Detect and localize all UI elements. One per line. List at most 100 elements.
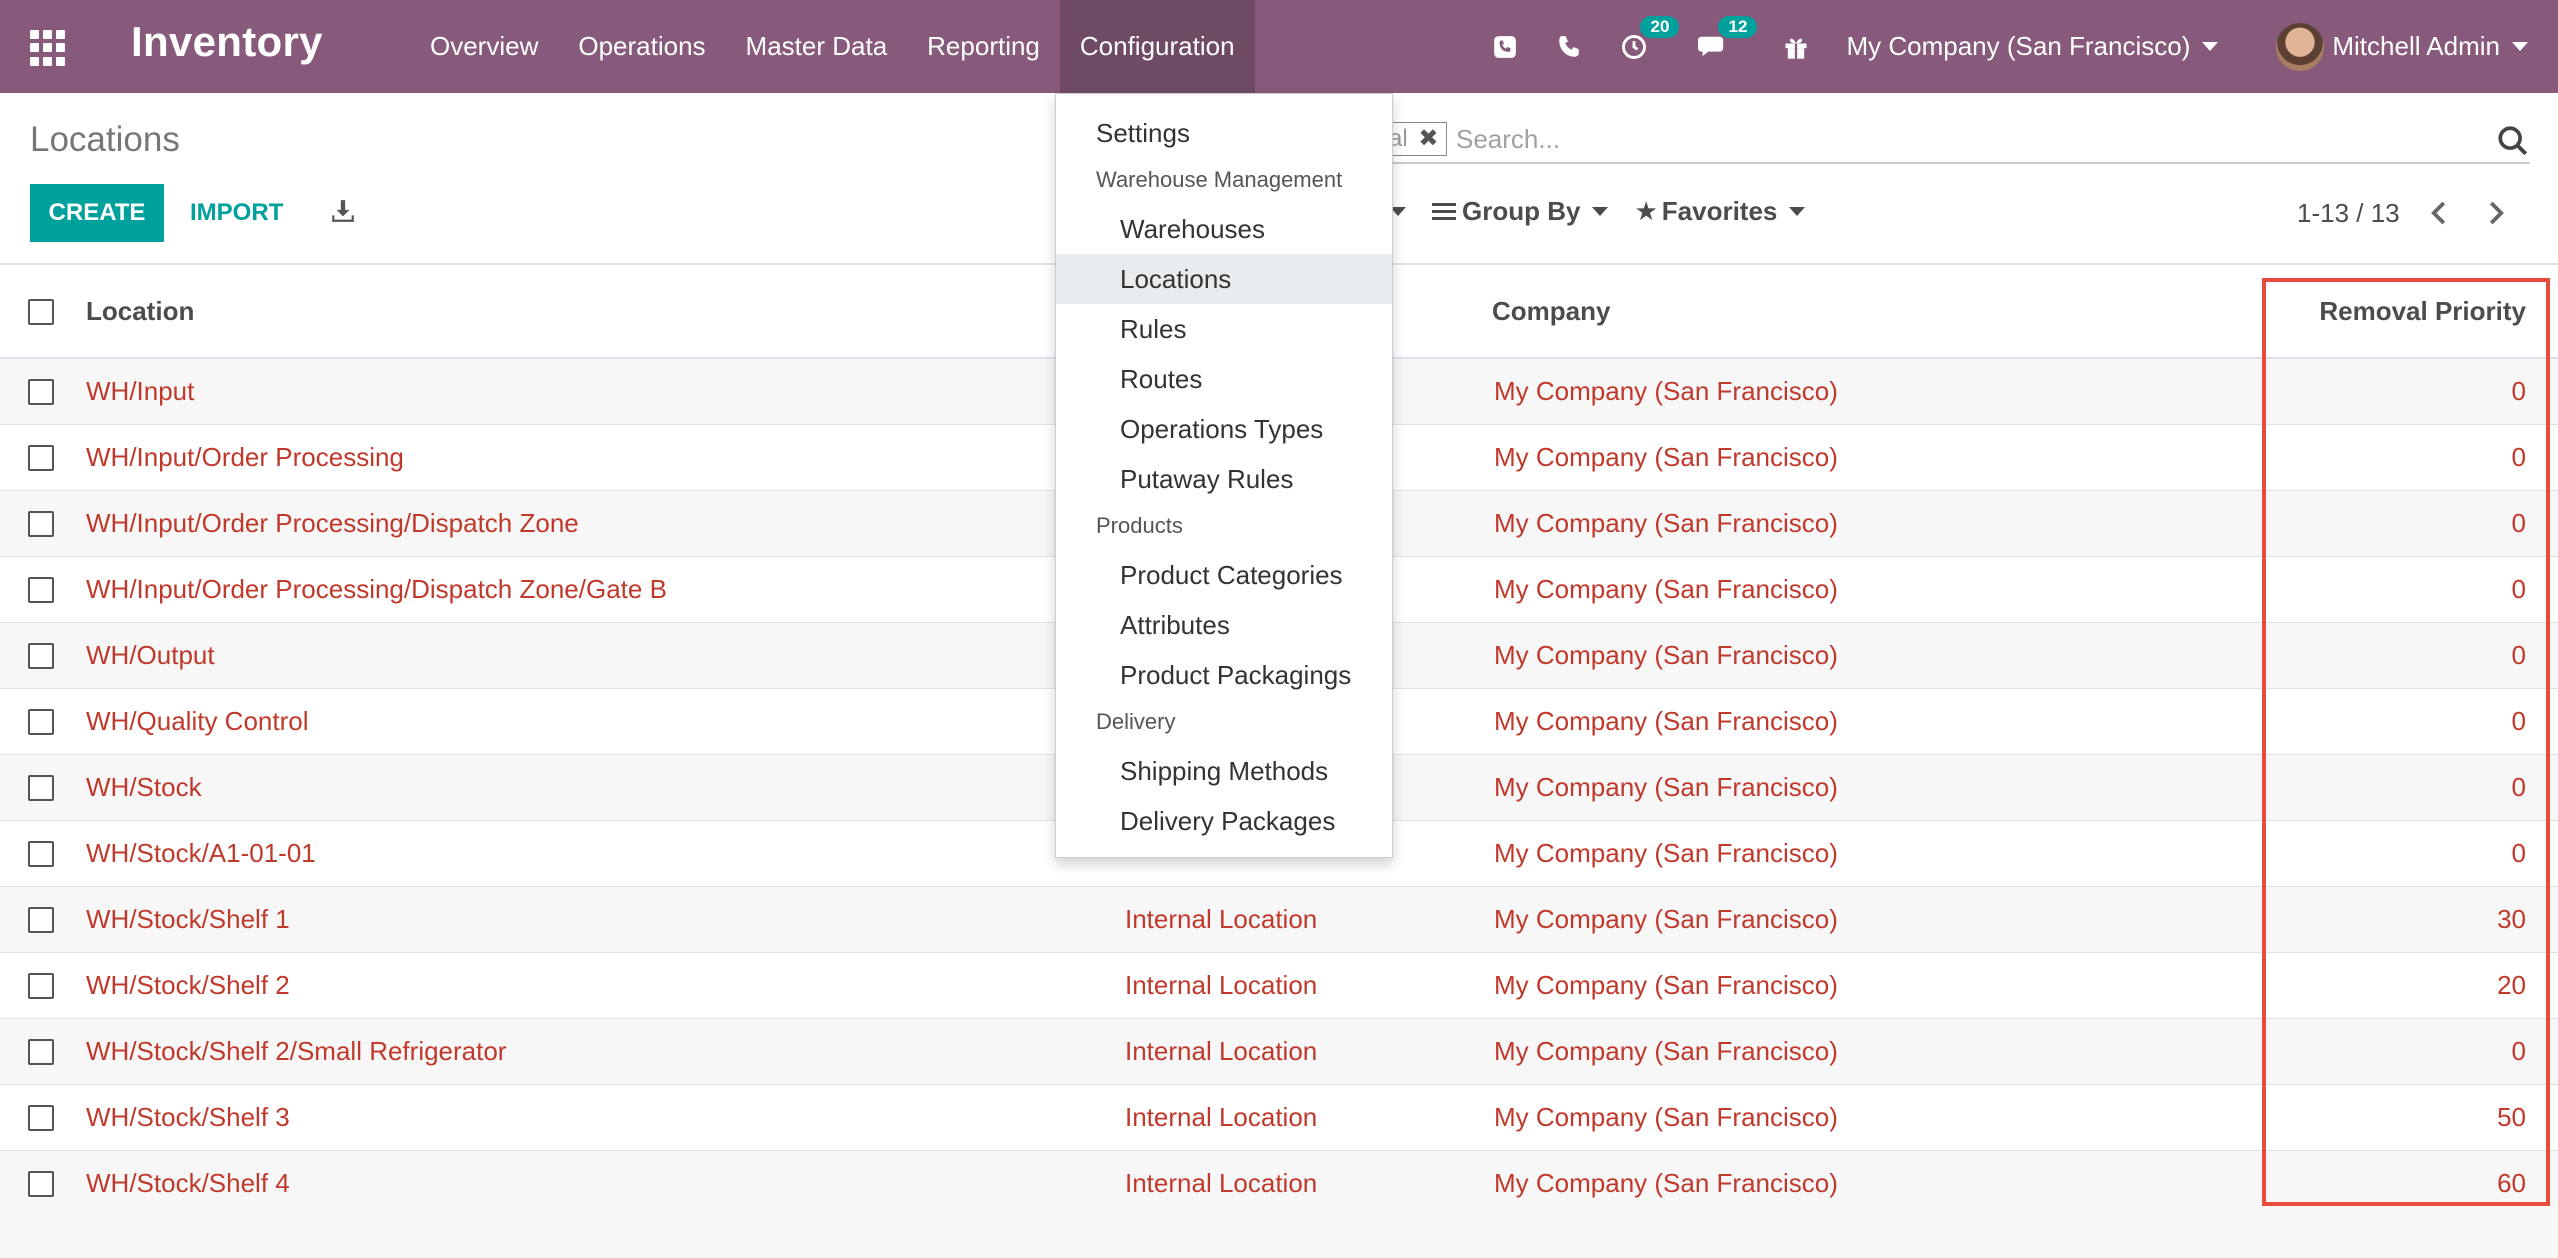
star-icon: ★ — [1634, 196, 1658, 226]
dropdown-item-warehouses[interactable]: Warehouses — [1056, 204, 1392, 254]
select-all-checkbox[interactable] — [28, 299, 54, 325]
close-icon[interactable]: ✖ — [1418, 125, 1438, 152]
company-cell: My Company (San Francisco) — [1494, 442, 1838, 472]
dropdown-item-product-packagings[interactable]: Product Packagings — [1056, 650, 1392, 700]
messages-badge: 12 — [1718, 15, 1758, 38]
dropdown-item-rules[interactable]: Rules — [1056, 304, 1392, 354]
main-menu: Overview Operations Master Data Reportin… — [410, 0, 1255, 93]
location-cell: WH/Stock/Shelf 3 — [86, 1102, 290, 1132]
import-button[interactable]: IMPORT — [180, 184, 293, 242]
favorites-label: Favorites — [1661, 196, 1778, 226]
row-checkbox[interactable] — [28, 841, 54, 867]
create-button[interactable]: CREATE — [30, 184, 164, 242]
company-cell: My Company (San Francisco) — [1494, 508, 1838, 538]
location-cell: WH/Input — [86, 376, 195, 406]
dropdown-item-putaway-rules[interactable]: Putaway Rules — [1056, 454, 1392, 504]
company-cell: My Company (San Francisco) — [1494, 574, 1838, 604]
column-header-location[interactable]: Location — [86, 265, 194, 357]
dropdown-item-locations[interactable]: Locations — [1056, 254, 1392, 304]
chevron-down-icon — [2202, 42, 2219, 51]
search-input[interactable] — [1456, 120, 2456, 158]
row-checkbox[interactable] — [28, 1171, 54, 1197]
row-checkbox[interactable] — [28, 973, 54, 999]
activity-badge: 20 — [1640, 15, 1680, 38]
list-icon — [1432, 202, 1456, 220]
search-icon[interactable] — [2496, 124, 2530, 158]
row-checkbox[interactable] — [28, 1039, 54, 1065]
menu-configuration[interactable]: Configuration — [1059, 0, 1255, 93]
column-header-company[interactable]: Company — [1492, 265, 1610, 357]
row-checkbox[interactable] — [28, 511, 54, 537]
search-bar: al ✖ — [1380, 114, 2530, 164]
favorites-toggle[interactable]: ★ Favorites — [1634, 196, 1806, 227]
dropdown-header-warehouse: Warehouse Management — [1096, 167, 1343, 192]
dropdown-item-shipping-methods[interactable]: Shipping Methods — [1056, 746, 1392, 796]
row-checkbox[interactable] — [28, 1105, 54, 1131]
user-menu[interactable]: Mitchell Admin — [2276, 22, 2528, 71]
dropdown-item-delivery-packages[interactable]: Delivery Packages — [1056, 796, 1392, 846]
top-navbar: Inventory Overview Operations Master Dat… — [0, 0, 2558, 93]
company-cell: My Company (San Francisco) — [1494, 1102, 1838, 1132]
row-checkbox[interactable] — [28, 577, 54, 603]
company-cell: My Company (San Francisco) — [1494, 1036, 1838, 1066]
pager-next-icon[interactable] — [2480, 198, 2510, 228]
location-cell: WH/Input/Order Processing/Dispatch Zone/… — [86, 574, 667, 604]
row-checkbox[interactable] — [28, 445, 54, 471]
group-by-label: Group By — [1462, 196, 1581, 226]
filter-bar: Group By ★ Favorites — [1390, 196, 1806, 227]
user-name: Mitchell Admin — [2332, 31, 2500, 61]
location-cell: WH/Stock/Shelf 2/Small Refrigerator — [86, 1036, 507, 1066]
menu-reporting[interactable]: Reporting — [907, 0, 1060, 93]
location-cell: WH/Input/Order Processing/Dispatch Zone — [86, 508, 579, 538]
table-row[interactable]: WH/Stock/Shelf 2/Small Refrigerator Inter… — [0, 1019, 2558, 1085]
location-type-cell: Internal Location — [1125, 1102, 1318, 1132]
table-row[interactable]: WH/Stock/Shelf 1 Internal Location My Comp… — [0, 887, 2558, 953]
company-cell: My Company (San Francisco) — [1494, 904, 1838, 934]
table-row[interactable]: WH/Stock/Shelf 4 Internal Location My Comp… — [0, 1151, 2558, 1217]
menu-master-data[interactable]: Master Data — [726, 0, 908, 93]
location-cell: WH/Stock/A1-01-01 — [86, 838, 316, 868]
voip-phone-icon[interactable] — [1492, 34, 1518, 60]
gift-icon[interactable] — [1782, 33, 1810, 61]
messages-chat-icon[interactable]: 12 — [1698, 15, 1758, 61]
menu-operations[interactable]: Operations — [558, 0, 725, 93]
dropdown-item-settings[interactable]: Settings — [1056, 108, 1392, 158]
apps-grid-icon[interactable] — [30, 30, 66, 66]
dropdown-item-routes[interactable]: Routes — [1056, 354, 1392, 404]
row-checkbox[interactable] — [28, 643, 54, 669]
row-checkbox[interactable] — [28, 775, 54, 801]
chevron-down-icon — [2512, 42, 2528, 51]
pager-previous-icon[interactable] — [2425, 198, 2455, 228]
dropdown-item-operations-types[interactable]: Operations Types — [1056, 404, 1392, 454]
removal-priority-highlight — [2262, 278, 2550, 1206]
row-checkbox[interactable] — [28, 907, 54, 933]
chevron-down-icon — [1592, 207, 1609, 216]
company-cell: My Company (San Francisco) — [1494, 772, 1838, 802]
row-checkbox[interactable] — [28, 709, 54, 735]
location-type-cell: Internal Location — [1125, 1036, 1318, 1066]
company-switcher[interactable]: My Company (San Francisco) — [1846, 31, 2219, 62]
dropdown-header-products: Products — [1096, 513, 1183, 538]
table-row[interactable]: WH/Stock/Shelf 2 Internal Location My Comp… — [0, 953, 2558, 1019]
activity-clock-icon[interactable]: 20 — [1620, 15, 1680, 61]
breadcrumb: Locations — [30, 120, 180, 159]
menu-overview[interactable]: Overview — [410, 0, 558, 93]
row-checkbox[interactable] — [28, 379, 54, 405]
pager-value[interactable]: 1-13 / 13 — [2297, 198, 2400, 229]
dropdown-header-delivery: Delivery — [1096, 709, 1176, 734]
configuration-dropdown: Settings Warehouse Management Warehouses… — [1055, 93, 1393, 858]
location-cell: WH/Quality Control — [86, 706, 309, 736]
company-cell: My Company (San Francisco) — [1494, 706, 1838, 736]
download-icon[interactable] — [330, 198, 356, 224]
dropdown-item-product-categories[interactable]: Product Categories — [1056, 550, 1392, 600]
list-footer — [0, 1216, 2558, 1258]
table-row[interactable]: WH/Stock/Shelf 3 Internal Location My Comp… — [0, 1085, 2558, 1151]
app-brand[interactable]: Inventory — [131, 18, 323, 66]
location-cell: WH/Stock — [86, 772, 202, 802]
dropdown-item-attributes[interactable]: Attributes — [1056, 600, 1392, 650]
phone-icon[interactable] — [1556, 34, 1582, 60]
location-type-cell: Internal Location — [1125, 1168, 1318, 1198]
group-by-toggle[interactable]: Group By — [1432, 196, 1609, 227]
location-cell: WH/Output — [86, 640, 215, 670]
location-type-cell: Internal Location — [1125, 970, 1318, 1000]
